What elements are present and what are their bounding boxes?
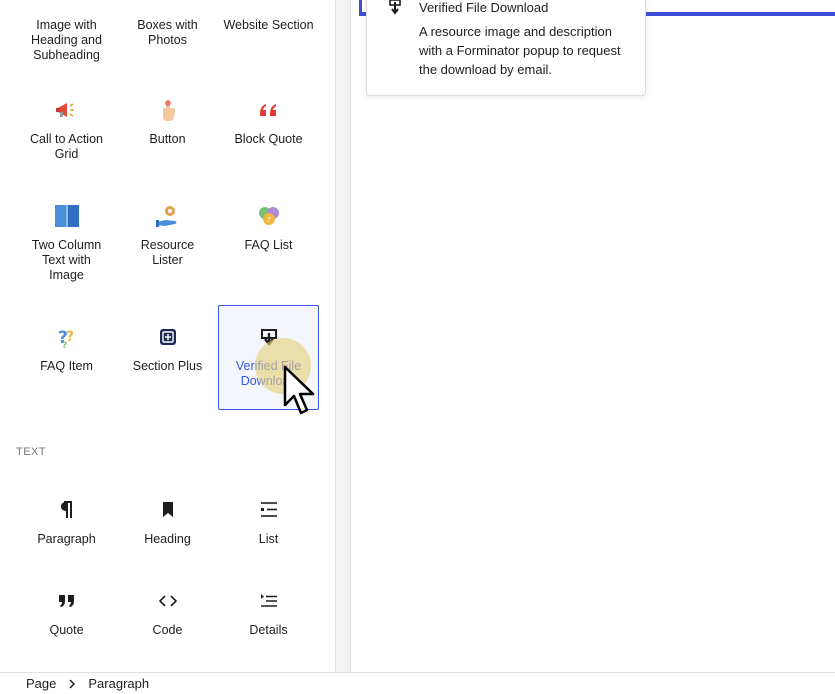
block-item-code[interactable]: Code bbox=[117, 573, 218, 639]
block-item-label: Two Column Text with Image bbox=[31, 238, 102, 282]
two-columns-icon bbox=[54, 203, 80, 229]
quote-marks-icon bbox=[256, 97, 282, 123]
block-item-label: Block Quote bbox=[234, 132, 303, 146]
breadcrumb: Page Paragraph bbox=[0, 672, 835, 694]
hand-resources-icon bbox=[155, 203, 181, 229]
block-item-label: Paragraph bbox=[37, 532, 96, 546]
megaphone-icon bbox=[54, 97, 80, 123]
code-icon bbox=[155, 588, 181, 614]
details-icon bbox=[256, 588, 282, 614]
block-item-list[interactable]: List bbox=[218, 482, 319, 548]
block-item-label: Code bbox=[152, 623, 183, 637]
block-item-section-plus[interactable]: Section Plus bbox=[117, 309, 218, 375]
block-item-image-heading-label[interactable]: Image with Heading and Subheading bbox=[16, 18, 117, 63]
block-item-quote[interactable]: Quote bbox=[16, 573, 117, 639]
block-item-paragraph[interactable]: Paragraph bbox=[16, 482, 117, 548]
block-item-resource-lister[interactable]: Resource Lister bbox=[117, 188, 218, 269]
block-item-label: List bbox=[258, 532, 279, 546]
block-item-two-column-text-image[interactable]: Two Column Text with Image bbox=[16, 188, 117, 284]
quote-icon bbox=[54, 588, 80, 614]
pilcrow-icon bbox=[54, 497, 80, 523]
block-item-website-section-label[interactable]: Website Section bbox=[218, 18, 319, 33]
panel-divider bbox=[336, 0, 351, 672]
block-item-call-to-action-grid[interactable]: Call to Action Grid bbox=[16, 82, 117, 163]
download-icon bbox=[256, 324, 282, 350]
section-plus-icon bbox=[155, 324, 181, 350]
block-item-label: Details bbox=[249, 623, 288, 637]
download-icon bbox=[387, 0, 403, 15]
question-marks-icon: ? ? ? bbox=[54, 324, 80, 350]
block-item-label: Quote bbox=[49, 623, 84, 637]
pointing-hand-icon bbox=[155, 97, 181, 123]
block-item-button[interactable]: Button bbox=[117, 82, 218, 148]
block-item-label: Resource Lister bbox=[140, 238, 195, 267]
breadcrumb-item-page[interactable]: Page bbox=[0, 676, 66, 691]
section-title-text: TEXT bbox=[16, 446, 47, 458]
block-inserter-panel: Image with Heading and Subheading Boxes … bbox=[0, 0, 336, 672]
block-item-faq-list[interactable]: ? FAQ List bbox=[218, 188, 319, 254]
breadcrumb-item-paragraph[interactable]: Paragraph bbox=[78, 676, 159, 691]
block-item-heading[interactable]: Heading bbox=[117, 482, 218, 548]
block-item-label: FAQ List bbox=[244, 238, 293, 252]
block-item-label: Heading bbox=[144, 532, 191, 546]
block-item-label: Verified File Download bbox=[235, 359, 302, 388]
block-item-faq-item[interactable]: ? ? ? FAQ Item bbox=[16, 309, 117, 375]
chevron-right-icon bbox=[66, 678, 78, 689]
svg-text:?: ? bbox=[267, 216, 271, 224]
block-item-label: Button bbox=[149, 132, 186, 146]
block-item-label: Call to Action Grid bbox=[30, 132, 103, 161]
block-preview-popover: Verified File Download A resource image … bbox=[366, 0, 646, 96]
block-item-verified-file-download[interactable]: Verified File Download bbox=[218, 305, 319, 410]
block-item-boxes-photos-label[interactable]: Boxes with Photos bbox=[117, 18, 218, 48]
bookmark-icon bbox=[155, 497, 181, 523]
block-item-label: Section Plus bbox=[132, 359, 203, 373]
faq-bubbles-icon: ? bbox=[256, 203, 282, 229]
svg-text:?: ? bbox=[62, 341, 67, 350]
block-item-details[interactable]: Details bbox=[218, 573, 319, 639]
block-item-label: FAQ Item bbox=[40, 359, 93, 373]
editor-canvas[interactable] bbox=[351, 0, 835, 672]
popover-title: Verified File Download bbox=[419, 0, 549, 15]
popover-description: A resource image and description with a … bbox=[419, 24, 621, 77]
list-icon bbox=[256, 497, 282, 523]
block-item-block-quote[interactable]: Block Quote bbox=[218, 82, 319, 148]
